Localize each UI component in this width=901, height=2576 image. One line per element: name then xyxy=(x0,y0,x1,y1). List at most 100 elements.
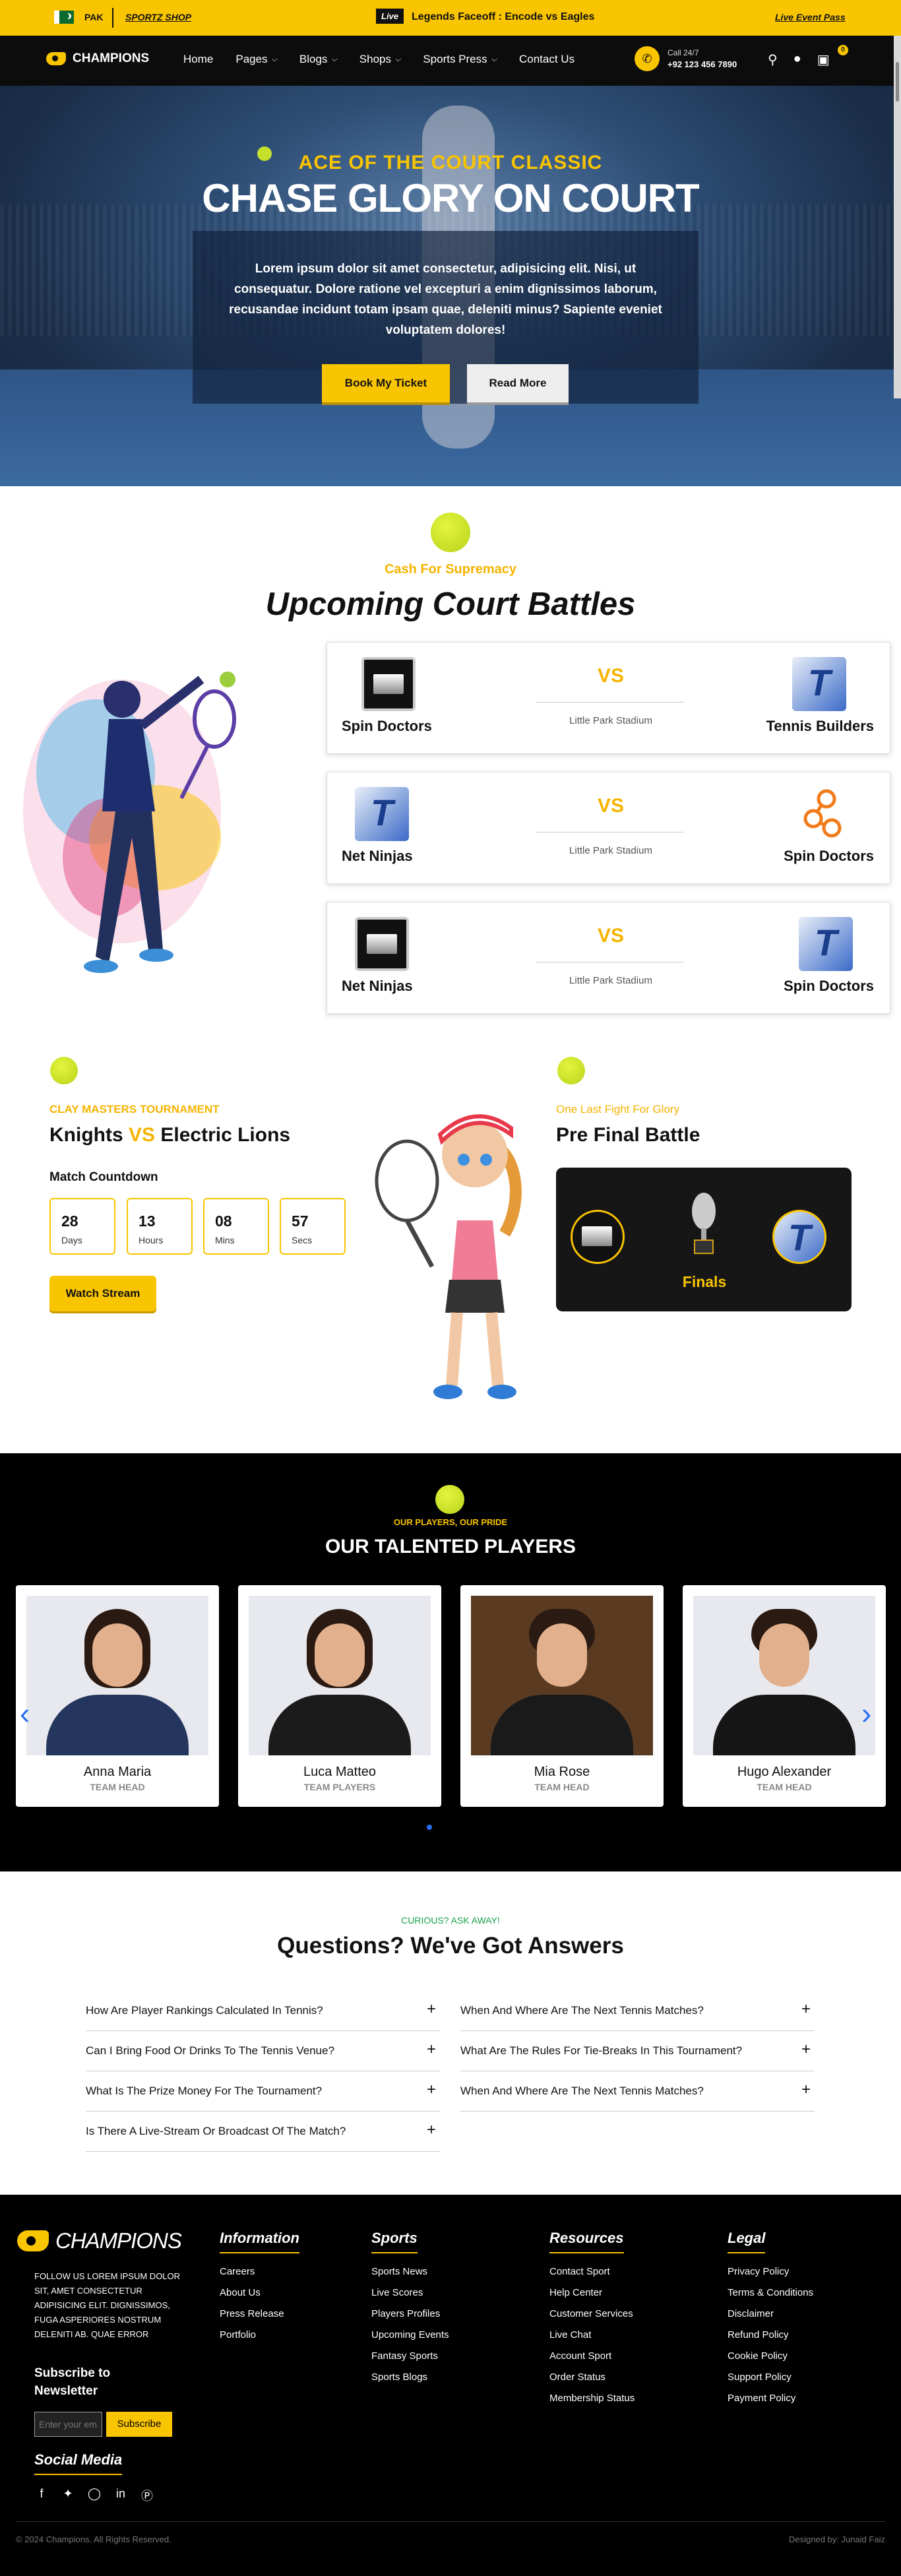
players-kicker: OUR PLAYERS, OUR PRIDE xyxy=(393,1517,508,1527)
clay-matchup-title: Knights VS Electric Lions xyxy=(49,1124,290,1147)
footer-link[interactable]: Live Chat xyxy=(549,2325,635,2346)
plus-icon: + xyxy=(801,2040,811,2058)
footer-link[interactable]: Payment Policy xyxy=(728,2388,813,2409)
footer-link[interactable]: Live Scores xyxy=(371,2282,449,2304)
faq-item[interactable]: How Are Player Rankings Calculated In Te… xyxy=(86,1991,440,2031)
team-right-name: Spin Doctors xyxy=(784,978,874,994)
footer-link[interactable]: Customer Services xyxy=(549,2304,635,2325)
footer-link[interactable]: Players Profiles xyxy=(371,2304,449,2325)
footer-link[interactable]: Order Status xyxy=(549,2367,635,2388)
tennis-player-splash-art xyxy=(23,672,236,973)
match-card[interactable]: Net Ninjas VS Little Park Stadium Spin D… xyxy=(326,902,890,1014)
subscribe-button[interactable]: Subscribe xyxy=(106,2412,172,2437)
spin-doctors-logo xyxy=(803,789,842,838)
book-ticket-button[interactable]: Book My Ticket xyxy=(322,364,450,402)
live-event-pass-link[interactable]: Live Event Pass xyxy=(775,12,846,22)
sportz-shop-link[interactable]: SPORTZ SHOP xyxy=(125,12,191,22)
countdown-hours: 13 Hours xyxy=(127,1198,193,1255)
footer-logo[interactable]: CHAMPIONS xyxy=(17,2228,182,2253)
nav-blogs[interactable]: Blogs ⌵ xyxy=(299,53,337,66)
footer-link[interactable]: Account Sport xyxy=(549,2346,635,2367)
team-left-name: Net Ninjas xyxy=(342,848,413,864)
vs-label: VS xyxy=(597,925,625,947)
faq-item[interactable]: When And Where Are The Next Tennis Match… xyxy=(460,1991,815,2031)
newsletter-email-input[interactable] xyxy=(34,2412,102,2437)
footer-link[interactable]: Press Release xyxy=(220,2304,284,2325)
footer-link[interactable]: Contact Sport xyxy=(549,2261,635,2282)
plus-icon: + xyxy=(426,2040,436,2058)
carousel-prev-arrow[interactable]: ‹ xyxy=(20,1695,30,1731)
tennis-builders-logo xyxy=(792,657,846,711)
pinterest-icon[interactable]: Ⓟ xyxy=(140,2487,154,2503)
faq-item[interactable]: Can I Bring Food Or Drinks To The Tennis… xyxy=(86,2031,440,2071)
live-match-text[interactable]: Legends Faceoff : Encode vs Eagles xyxy=(412,11,594,23)
faq-item[interactable]: When And Where Are The Next Tennis Match… xyxy=(460,2071,815,2112)
match-card[interactable]: Net Ninjas VS Little Park Stadium Spin D… xyxy=(326,772,890,884)
player-card[interactable]: Anna Maria TEAM HEAD xyxy=(16,1585,219,1807)
finals-card[interactable]: Finals xyxy=(556,1168,852,1311)
footer-link[interactable]: Portfolio xyxy=(220,2325,284,2346)
footer-link[interactable]: Refund Policy xyxy=(728,2325,813,2346)
player-role: TEAM HEAD xyxy=(534,1782,590,1792)
player-card[interactable]: Mia Rose TEAM HEAD xyxy=(460,1585,664,1807)
footer-link[interactable]: Terms & Conditions xyxy=(728,2282,813,2304)
team-logo xyxy=(571,1210,625,1264)
search-icon[interactable]: ⚲ xyxy=(768,51,778,68)
footer-link[interactable]: Sports Blogs xyxy=(371,2367,449,2388)
nav-shops[interactable]: Shops ⌵ xyxy=(359,53,401,66)
user-icon[interactable]: ● xyxy=(793,51,801,68)
footer-link[interactable]: Careers xyxy=(220,2261,284,2282)
stadium-label: Little Park Stadium xyxy=(569,715,652,726)
footer-links: Privacy Policy Terms & Conditions Discla… xyxy=(728,2261,813,2409)
footer-link[interactable]: Membership Status xyxy=(549,2388,635,2409)
stadium-label: Little Park Stadium xyxy=(569,845,652,856)
faq-item[interactable]: What Is The Prize Money For The Tourname… xyxy=(86,2071,440,2112)
plus-icon: + xyxy=(426,2000,436,2018)
footer-link[interactable]: Upcoming Events xyxy=(371,2325,449,2346)
prefinal-title: Pre Final Battle xyxy=(556,1124,700,1146)
phone-icon[interactable]: ✆ xyxy=(635,46,660,71)
carousel-dot[interactable] xyxy=(427,1825,432,1830)
watch-stream-button[interactable]: Watch Stream xyxy=(49,1276,156,1311)
player-name: Anna Maria xyxy=(83,1765,152,1779)
tennis-girl-illustration xyxy=(375,1114,522,1399)
team-right-name: Tennis Builders xyxy=(766,718,874,734)
faq-item[interactable]: What Are The Rules For Tie-Breaks In Thi… xyxy=(460,2031,815,2071)
player-card[interactable]: Hugo Alexander TEAM HEAD xyxy=(683,1585,886,1807)
footer-link[interactable]: Help Center xyxy=(549,2282,635,2304)
carousel-next-arrow[interactable]: › xyxy=(861,1695,871,1731)
footer-link[interactable]: Disclaimer xyxy=(728,2304,813,2325)
player-photo xyxy=(249,1596,431,1755)
player-role: TEAM HEAD xyxy=(90,1782,145,1792)
player-card[interactable]: Luca Matteo TEAM PLAYERS xyxy=(238,1585,441,1807)
footer-link[interactable]: Privacy Policy xyxy=(728,2261,813,2282)
nav-home[interactable]: Home xyxy=(183,53,213,66)
player-name: Luca Matteo xyxy=(303,1765,377,1779)
footer-link[interactable]: Cookie Policy xyxy=(728,2346,813,2367)
main-nav: CHAMPIONS Home Pages ⌵ Blogs ⌵ Shops ⌵ Spor… xyxy=(0,36,901,86)
nav-contact[interactable]: Contact Us xyxy=(519,53,575,66)
footer-link[interactable]: About Us xyxy=(220,2282,284,2304)
twitter-icon[interactable]: ✦ xyxy=(61,2487,75,2501)
cart-icon[interactable]: ▣ xyxy=(817,51,830,68)
faq-item[interactable]: Is There A Live-Stream Or Broadcast Of T… xyxy=(86,2112,440,2152)
nav-pages[interactable]: Pages ⌵ xyxy=(235,53,277,66)
phone-number[interactable]: +92 123 456 7890 xyxy=(668,59,737,69)
live-badge: Live xyxy=(376,9,404,24)
linkedin-icon[interactable]: in xyxy=(113,2487,128,2501)
net-ninjas-logo xyxy=(355,787,409,841)
footer-col-title: Legal xyxy=(728,2230,766,2253)
nav-sports-press[interactable]: Sports Press ⌵ xyxy=(423,53,497,66)
site-logo[interactable]: CHAMPIONS xyxy=(46,51,149,66)
scrollbar[interactable] xyxy=(894,36,901,398)
footer-link[interactable]: Fantasy Sports xyxy=(371,2346,449,2367)
team2-name: Electric Lions xyxy=(160,1124,291,1146)
facebook-icon[interactable]: f xyxy=(34,2487,49,2501)
read-more-button[interactable]: Read More xyxy=(467,364,569,402)
players-title: OUR TALENTED PLAYERS xyxy=(325,1536,576,1557)
instagram-icon[interactable]: ◯ xyxy=(87,2487,102,2501)
match-card[interactable]: Spin Doctors VS Little Park Stadium Tenn… xyxy=(326,642,890,754)
whistle-icon xyxy=(46,52,66,65)
footer-link[interactable]: Sports News xyxy=(371,2261,449,2282)
footer-link[interactable]: Support Policy xyxy=(728,2367,813,2388)
